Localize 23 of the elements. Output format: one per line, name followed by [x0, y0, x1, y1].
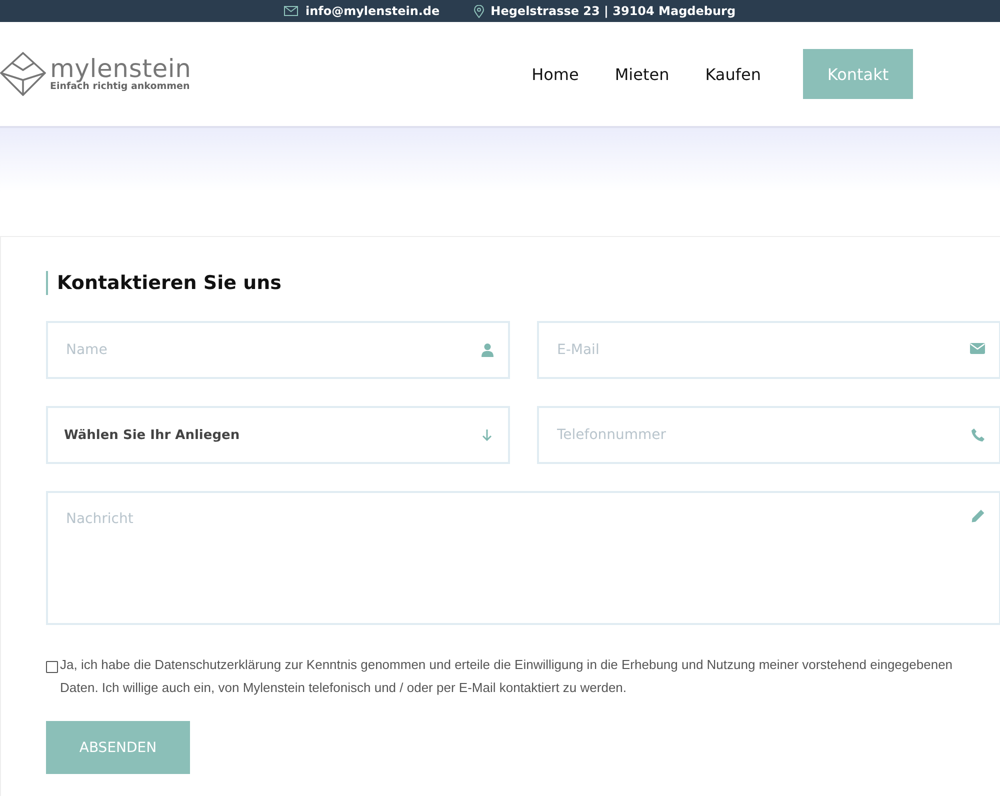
person-icon	[481, 343, 494, 357]
form-title: Kontaktieren Sie uns	[46, 271, 1000, 295]
logo-icon	[0, 52, 46, 96]
email-link[interactable]: info@mylenstein.de	[305, 4, 440, 18]
arrow-down-icon	[482, 429, 492, 441]
consent-checkbox[interactable]	[46, 661, 58, 673]
phone-icon	[971, 428, 985, 442]
map-pin-icon	[474, 4, 484, 18]
message-field[interactable]: Nachricht	[46, 491, 1000, 625]
logo-wordmark: mylenstein	[50, 56, 192, 81]
input-field[interactable]: Name	[46, 321, 510, 379]
pencil-icon	[971, 509, 985, 523]
nav-link[interactable]: Home	[532, 64, 579, 84]
input-field[interactable]: E-Mail	[537, 321, 1000, 379]
input-field[interactable]: Telefonnummer	[537, 406, 1000, 464]
address-text: Hegelstrasse 23 | 39104 Magdeburg	[490, 4, 736, 18]
nav-link[interactable]: Kaufen	[705, 64, 761, 84]
envelope-icon	[284, 6, 298, 16]
logo-tagline: Einfach richtig ankommen	[50, 81, 191, 92]
nav-link[interactable]: Mieten	[614, 64, 670, 84]
consent-text: Ja, ich habe die Datenschutzerklärung zur Kenntnis genommen und erteile die Einwilligung in die Erhebung und Nutzung meiner vorstehend eingegebenen Daten. Ich willige auch ein, von Mylenstein telefonisch und / oder per E-Mail kontaktiert zu werden.	[60, 656, 954, 697]
select-field[interactable]: Wählen Sie Ihr Anliegen	[46, 406, 510, 464]
envelope-icon	[970, 343, 985, 354]
